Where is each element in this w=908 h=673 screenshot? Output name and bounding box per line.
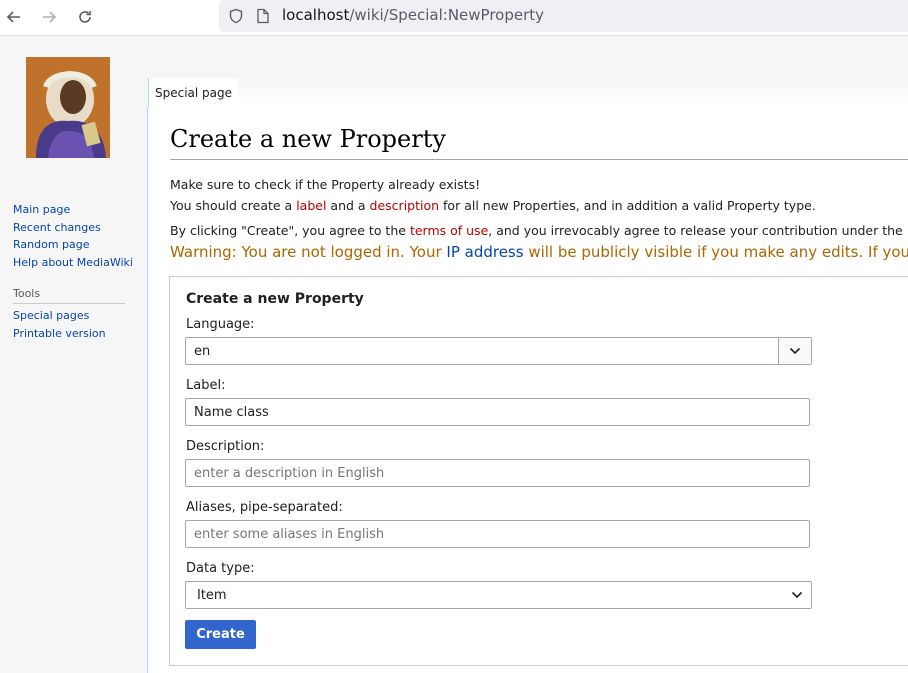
sidebar-item-recent-changes[interactable]: Recent changes — [13, 219, 133, 237]
page-icon[interactable] — [256, 8, 270, 24]
description-input[interactable] — [185, 459, 810, 487]
intro2-text-a: You should create a — [170, 198, 297, 213]
url-path: /wiki/Special:NewProperty — [349, 6, 545, 24]
sidebar-item-main-page[interactable]: Main page — [13, 201, 133, 219]
datatype-select[interactable]: Item — [185, 581, 812, 609]
language-dropdown-button[interactable] — [778, 338, 811, 364]
title-divider — [170, 159, 908, 160]
chevron-down-icon — [789, 347, 801, 355]
language-label: Language: — [186, 317, 255, 332]
page-title: Create a new Property — [170, 125, 446, 153]
warning-text-b: will be publicly visible if you make any… — [523, 243, 908, 261]
warning-text-a: Warning: You are not logged in. Your — [170, 243, 447, 261]
description-link[interactable]: description — [370, 198, 440, 213]
shield-icon[interactable] — [228, 8, 244, 24]
back-button[interactable] — [2, 5, 26, 29]
language-select[interactable]: en — [185, 337, 812, 365]
terms-text-b: , and you irrevocably agree to release y… — [488, 223, 903, 238]
aliases-input[interactable] — [185, 520, 810, 548]
sidebar-item-help[interactable]: Help about MediaWiki — [13, 254, 133, 272]
tab-bar — [148, 78, 908, 108]
label-input[interactable] — [185, 398, 810, 426]
description-field-label: Description: — [186, 439, 265, 454]
create-button[interactable]: Create — [185, 620, 256, 649]
login-warning: Warning: You are not logged in. Your IP … — [170, 243, 908, 261]
url-text[interactable]: localhost/wiki/Special:NewProperty — [282, 6, 544, 24]
wiki-logo[interactable] — [26, 57, 110, 158]
intro2-text-c: for all new Properties, and in addition … — [439, 198, 816, 213]
label-field-label: Label: — [186, 378, 226, 393]
label-link[interactable]: label — [296, 198, 326, 213]
intro2-text-b: and a — [326, 198, 370, 213]
chevron-down-icon — [791, 591, 803, 599]
ip-address-link[interactable]: IP address — [446, 243, 523, 261]
sidebar-tools: Tools Special pages Printable version — [13, 287, 125, 342]
tab-special-page[interactable]: Special page — [148, 78, 239, 107]
sidebar-navigation: Main page Recent changes Random page Hel… — [13, 201, 133, 271]
intro-line-2: You should create a label and a descript… — [170, 198, 816, 213]
terms-of-use-link[interactable]: terms of use — [410, 223, 488, 238]
browser-toolbar: localhost/wiki/Special:NewProperty — [0, 0, 908, 36]
sidebar-item-printable-version[interactable]: Printable version — [13, 325, 125, 343]
logo-portrait-icon — [26, 57, 110, 158]
reload-icon — [79, 11, 91, 23]
url-bar[interactable]: localhost/wiki/Special:NewProperty — [219, 0, 908, 32]
terms-line: By clicking "Create", you agree to the t… — [170, 223, 903, 238]
form-heading: Create a new Property — [186, 291, 364, 307]
sidebar-item-random-page[interactable]: Random page — [13, 236, 133, 254]
new-property-form: Create a new Property Language: en Label… — [169, 276, 908, 666]
aliases-field-label: Aliases, pipe-separated: — [186, 500, 343, 515]
datatype-field-label: Data type: — [186, 561, 255, 576]
sidebar-item-special-pages[interactable]: Special pages — [13, 307, 125, 325]
url-host: localhost — [282, 6, 350, 24]
forward-button[interactable] — [37, 5, 61, 29]
terms-text-a: By clicking "Create", you agree to the — [170, 223, 410, 238]
intro-line-1: Make sure to check if the Property alrea… — [170, 177, 481, 192]
datatype-value: Item — [197, 588, 227, 603]
forward-arrow-icon — [43, 11, 57, 23]
language-value: en — [194, 344, 211, 359]
reload-button[interactable] — [73, 5, 97, 29]
content-area: Create a new Property Make sure to check… — [147, 107, 908, 673]
tools-heading: Tools — [13, 287, 125, 304]
back-arrow-icon — [6, 11, 20, 23]
